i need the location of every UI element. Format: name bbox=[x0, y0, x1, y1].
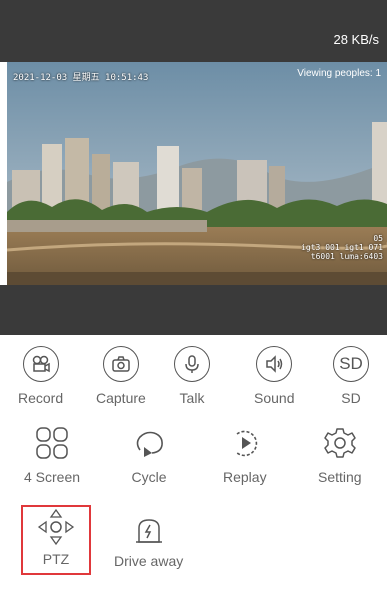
viewer-count: Viewing peoples: 1 bbox=[297, 68, 381, 79]
grid-icon bbox=[32, 423, 72, 463]
capture-button[interactable]: Capture bbox=[96, 344, 146, 406]
video-bottom-bar bbox=[0, 285, 387, 335]
sd-label: SD bbox=[341, 390, 361, 406]
status-bar: 28 KB/s bbox=[0, 0, 387, 62]
ptz-highlight-box bbox=[21, 505, 91, 575]
setting-label: Setting bbox=[318, 469, 362, 485]
cycle-button[interactable]: Cycle bbox=[129, 423, 169, 485]
talk-button[interactable]: Talk bbox=[172, 344, 212, 406]
four-screen-button[interactable]: 4 Screen bbox=[24, 423, 80, 485]
cycle-label: Cycle bbox=[131, 469, 167, 485]
cycle-icon bbox=[129, 423, 169, 463]
drive-away-icon bbox=[129, 511, 169, 551]
setting-button[interactable]: Setting bbox=[318, 423, 362, 485]
sd-button[interactable]: SD SD bbox=[331, 344, 371, 406]
record-icon bbox=[22, 346, 59, 382]
record-button[interactable]: Record bbox=[18, 344, 63, 406]
osd-stats: 05 igt3 001 igt1 071 t6001 luma:6403 bbox=[301, 234, 383, 261]
sd-icon: SD bbox=[333, 346, 369, 382]
video-feed[interactable]: 2021-12-03 星期五 10:51:43 Viewing peoples:… bbox=[7, 62, 387, 285]
drive-away-label: Drive away bbox=[114, 553, 184, 569]
capture-label: Capture bbox=[96, 390, 146, 406]
record-label: Record bbox=[18, 390, 64, 406]
sound-label: Sound bbox=[254, 390, 295, 406]
replay-button[interactable]: Replay bbox=[223, 423, 267, 485]
talk-label: Talk bbox=[179, 390, 205, 406]
drive-away-button[interactable]: Drive away bbox=[114, 511, 183, 569]
speaker-icon bbox=[256, 346, 293, 382]
camera-icon bbox=[102, 346, 139, 382]
osd-timestamp: 2021-12-03 星期五 10:51:43 bbox=[13, 73, 149, 83]
sound-button[interactable]: Sound bbox=[254, 344, 294, 406]
microphone-icon bbox=[174, 346, 210, 382]
four-screen-label: 4 Screen bbox=[24, 469, 81, 485]
replay-label: Replay bbox=[223, 469, 267, 485]
network-speed: 28 KB/s bbox=[333, 32, 379, 47]
replay-icon bbox=[225, 423, 265, 463]
gear-icon bbox=[320, 423, 360, 463]
